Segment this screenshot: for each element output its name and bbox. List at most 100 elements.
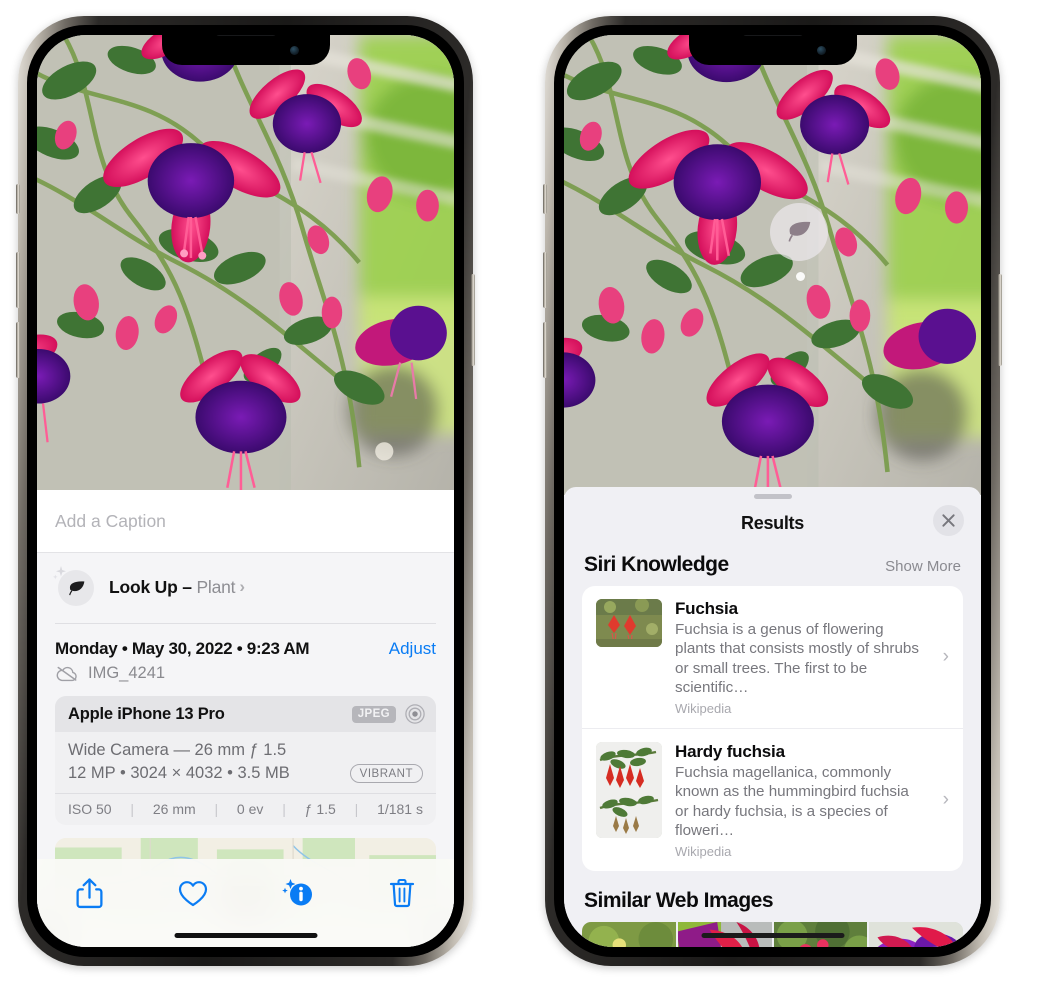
knowledge-source: Wikipedia: [675, 701, 732, 717]
style-badge: VIBRANT: [349, 764, 423, 783]
exif-shutter: 1/181 s: [377, 801, 423, 817]
power-button[interactable]: [471, 274, 475, 366]
camera-body: Wide Camera — 26 mm ƒ 1.5 12 MP • 3024 ×…: [55, 732, 436, 793]
knowledge-item[interactable]: Fuchsia Fuchsia is a genus of flowering …: [582, 586, 963, 728]
volume-down-button[interactable]: [16, 322, 20, 378]
exif-aperture: ƒ 1.5: [304, 801, 336, 817]
knowledge-thumbnail: [596, 599, 662, 647]
knowledge-title: Hardy fuchsia: [675, 742, 785, 762]
hardy-fuchsia-thumb: [596, 742, 662, 839]
home-indicator[interactable]: [701, 933, 844, 938]
home-indicator[interactable]: [174, 933, 317, 938]
camera-info-card: Apple iPhone 13 Pro JPEG Wide Camera — 2…: [55, 696, 436, 825]
leaf-icon: [788, 221, 811, 242]
results-title: Results: [741, 512, 804, 533]
visual-lookup-anchor-dot: [796, 272, 805, 281]
results-header: Results: [564, 499, 981, 547]
screenshot-root: Add a Caption Look Up – Plant › Monday •…: [0, 0, 1055, 985]
front-camera-icon: [816, 46, 826, 55]
favorite-button[interactable]: [165, 873, 221, 913]
similar-image-1[interactable]: [582, 922, 676, 947]
earpiece-speaker: [742, 35, 803, 36]
camera-specs-line: 12 MP • 3024 × 4032 • 3.5 MB: [68, 764, 290, 782]
knowledge-source: Wikipedia: [675, 844, 732, 860]
look-up-row[interactable]: Look Up – Plant ›: [37, 553, 454, 623]
chevron-right-icon: ›: [942, 646, 949, 668]
format-badge: JPEG: [351, 705, 396, 723]
siri-knowledge-card: Fuchsia Fuchsia is a genus of flowering …: [582, 586, 963, 872]
fuchsia-photo: [37, 35, 454, 490]
notch: [688, 35, 857, 65]
photo-date: Monday • May 30, 2022 • 9:23 AM: [55, 639, 310, 658]
camera-model: Apple iPhone 13 Pro: [68, 704, 225, 723]
info-button[interactable]: [270, 873, 326, 913]
similar-image-thumbnail: [582, 922, 676, 947]
date-row: Monday • May 30, 2022 • 9:23 AM Adjust: [37, 624, 454, 661]
exif-separator: |: [130, 801, 135, 817]
icloud-slash-icon: [56, 666, 77, 682]
lens-icon: [405, 704, 425, 724]
notch: [161, 35, 330, 65]
exif-focal: 26 mm: [152, 801, 196, 817]
look-up-subject: Plant: [196, 576, 236, 597]
device-bezel: Add a Caption Look Up – Plant › Monday •…: [27, 25, 464, 957]
knowledge-item[interactable]: Hardy fuchsia Fuchsia magellanica, commo…: [582, 728, 963, 871]
caption-field[interactable]: Add a Caption: [37, 490, 454, 553]
volume-up-button[interactable]: [16, 252, 20, 308]
section-title: Similar Web Images: [584, 889, 774, 913]
knowledge-description: Fuchsia is a genus of flowering plants t…: [675, 621, 919, 696]
info-sparkle-icon: [281, 879, 312, 906]
chevron-right-icon: ›: [942, 789, 949, 811]
look-up-label: Look Up – Plant: [109, 576, 236, 597]
heart-icon: [179, 880, 208, 906]
knowledge-description: Fuchsia magellanica, commonly known as t…: [675, 764, 909, 840]
camera-header-badges: JPEG: [351, 704, 425, 724]
leaf-icon-circle: [58, 570, 94, 606]
similar-image-4[interactable]: [869, 922, 963, 947]
siri-knowledge-header: Siri Knowledge Show More: [564, 547, 981, 586]
close-icon: [942, 514, 955, 527]
delete-button[interactable]: [374, 873, 430, 913]
exif-separator: |: [354, 801, 359, 817]
exif-ev: 0 ev: [236, 801, 264, 817]
section-title: Siri Knowledge: [584, 553, 729, 576]
exif-separator: |: [214, 801, 219, 817]
volume-down-button[interactable]: [543, 322, 547, 378]
fuchsia-thumb: [596, 599, 662, 647]
share-button[interactable]: [61, 873, 117, 913]
power-button[interactable]: [998, 274, 1002, 366]
iphone-device-right: Results Siri Knowledge Show More Fuchsia…: [543, 16, 1002, 966]
photo-filename: IMG_4241: [88, 664, 166, 682]
caption-placeholder: Add a Caption: [55, 510, 166, 531]
chevron-right-icon: ›: [239, 577, 246, 596]
photo-viewer[interactable]: [564, 35, 981, 495]
knowledge-text: Hardy fuchsia Fuchsia magellanica, commo…: [675, 742, 949, 859]
share-icon: [76, 877, 103, 908]
silent-switch[interactable]: [16, 184, 20, 214]
leaf-icon: [68, 580, 84, 595]
volume-up-button[interactable]: [543, 252, 547, 308]
trash-icon: [389, 878, 414, 908]
exif-separator: |: [282, 801, 286, 817]
adjust-button[interactable]: Adjust: [389, 639, 436, 659]
close-button[interactable]: [933, 505, 964, 536]
photo-viewer[interactable]: [37, 35, 454, 490]
photo-info-panel: Add a Caption Look Up – Plant › Monday •…: [37, 490, 454, 947]
screen-right: Results Siri Knowledge Show More Fuchsia…: [564, 35, 981, 947]
knowledge-text: Fuchsia Fuchsia is a genus of flowering …: [675, 599, 949, 716]
camera-lens-line: Wide Camera — 26 mm ƒ 1.5: [68, 741, 287, 759]
screen-left: Add a Caption Look Up – Plant › Monday •…: [37, 35, 454, 947]
knowledge-thumbnail: [596, 742, 662, 839]
show-more-button[interactable]: Show More: [885, 558, 961, 575]
similar-web-images-header: Similar Web Images: [564, 871, 981, 922]
visual-lookup-badge[interactable]: [770, 203, 828, 261]
camera-specs-row: 12 MP • 3024 × 4032 • 3.5 MB VIBRANT: [68, 764, 423, 783]
knowledge-title: Fuchsia: [675, 599, 738, 618]
front-camera-icon: [289, 46, 299, 55]
results-sheet: Results Siri Knowledge Show More Fuchsia…: [564, 487, 981, 947]
exif-iso: ISO 50: [68, 801, 112, 817]
device-bezel: Results Siri Knowledge Show More Fuchsia…: [554, 25, 991, 957]
file-row: IMG_4241: [37, 661, 454, 696]
iphone-device-left: Add a Caption Look Up – Plant › Monday •…: [16, 16, 475, 966]
silent-switch[interactable]: [543, 184, 547, 214]
